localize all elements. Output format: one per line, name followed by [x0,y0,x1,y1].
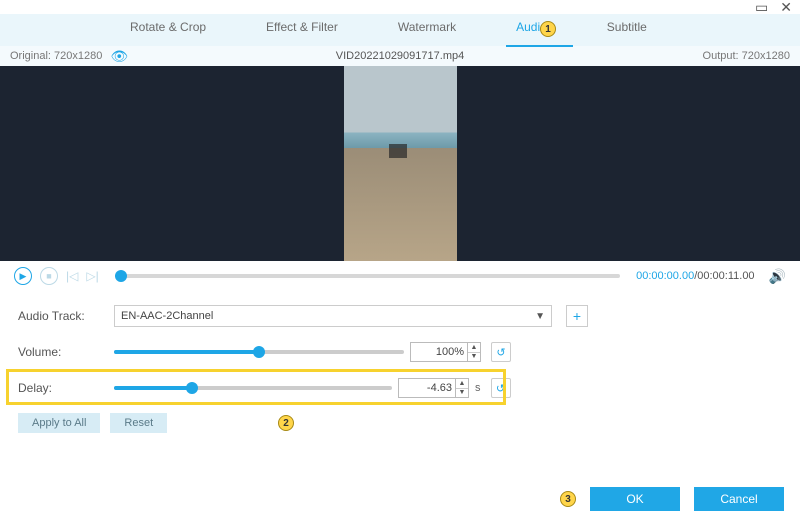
delay-unit: s [475,382,481,394]
volume-spinner[interactable]: ▲▼ [467,342,481,362]
callout-3: 3 [560,491,576,507]
volume-value[interactable]: 100% [410,342,468,362]
reset-button[interactable]: Reset [110,413,167,433]
audio-track-label: Audio Track: [18,309,114,323]
spinner-down-icon[interactable]: ▼ [456,389,468,398]
seek-knob[interactable] [115,270,127,282]
apply-to-all-button[interactable]: Apply to All [18,413,100,433]
audio-track-row: Audio Track: EN-AAC-2Channel ▼ + [18,305,782,327]
volume-row: Volume: 100% ▲▼ ↺ [18,341,782,363]
delay-slider[interactable] [114,386,392,390]
spinner-up-icon[interactable]: ▲ [468,343,480,353]
delay-spinner[interactable]: ▲▼ [455,378,469,398]
volume-knob[interactable] [253,346,265,358]
delay-reset-button[interactable]: ↺ [491,378,511,398]
time-total: /00:00:11.00 [694,270,754,282]
seek-bar[interactable] [115,274,620,278]
tab-bar: Rotate & Crop Effect & Filter Watermark … [0,14,800,46]
meta-bar: Original: 720x1280 👁 VID20221029091717.m… [0,46,800,66]
tab-rotate-crop[interactable]: Rotate & Crop [130,20,206,40]
volume-reset-button[interactable]: ↺ [491,342,511,362]
prev-frame-icon[interactable]: |◁ [66,269,78,283]
callout-2: 2 [278,415,294,431]
callout-1: 1 [540,21,556,37]
play-icon[interactable]: ▶ [14,267,32,285]
audio-track-value: EN-AAC-2Channel [121,310,213,322]
delay-knob[interactable] [186,382,198,394]
video-preview [0,66,800,261]
stop-icon[interactable]: ■ [40,267,58,285]
video-thumbnail [344,66,457,261]
volume-fill [114,350,259,354]
time-current: 00:00:00.00 [636,270,694,282]
add-audio-track-button[interactable]: + [566,305,588,327]
next-frame-icon[interactable]: ▷| [86,269,98,283]
delay-value[interactable]: -4.63 [398,378,456,398]
spinner-down-icon[interactable]: ▼ [468,353,480,362]
volume-label: Volume: [18,345,114,359]
volume-icon[interactable]: 🔊 [769,268,786,285]
filename: VID20221029091717.mp4 [336,50,464,62]
spinner-up-icon[interactable]: ▲ [456,379,468,389]
delay-row: Delay: -4.63 ▲▼ s ↺ [18,377,782,399]
close-icon[interactable]: ✕ [780,0,792,14]
preview-visibility-icon[interactable]: 👁 [110,48,128,65]
window-controls: ▭ ✕ [0,0,800,14]
tab-watermark[interactable]: Watermark [398,20,456,40]
ok-button[interactable]: OK [590,487,680,511]
chevron-down-icon: ▼ [535,311,545,322]
player-bar: ▶ ■ |◁ ▷| 00:00:00.00/00:00:11.00 🔊 [0,261,800,291]
delay-label: Delay: [18,381,114,395]
tab-subtitle[interactable]: Subtitle [607,20,647,40]
output-dimensions: Output: 720x1280 [703,50,790,62]
audio-track-select[interactable]: EN-AAC-2Channel ▼ [114,305,552,327]
footer-buttons: 3 OK Cancel [560,487,784,511]
cancel-button[interactable]: Cancel [694,487,784,511]
delay-fill [114,386,192,390]
tab-effect-filter[interactable]: Effect & Filter [266,20,338,40]
action-row: Apply to All Reset 2 [18,413,782,433]
maximize-icon[interactable]: ▭ [755,0,768,14]
audio-controls: Audio Track: EN-AAC-2Channel ▼ + Volume:… [0,291,800,439]
time-display: 00:00:00.00/00:00:11.00 [636,270,754,282]
original-dimensions: Original: 720x1280 [10,50,102,62]
volume-slider[interactable] [114,350,404,354]
